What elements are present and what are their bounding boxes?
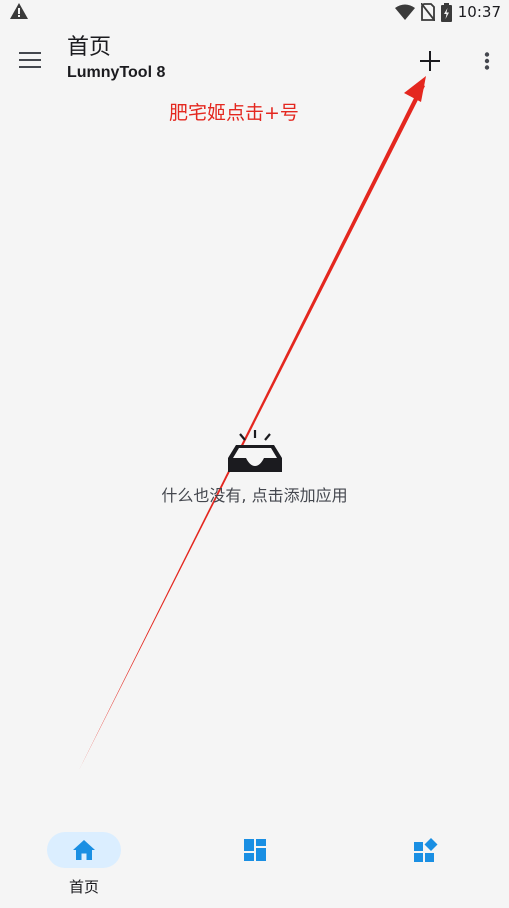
no-sim-icon	[420, 3, 435, 21]
wifi-icon	[394, 4, 415, 20]
widgets-icon	[414, 838, 438, 862]
empty-state-message: 什么也没有, 点击添加应用	[161, 486, 348, 505]
page-title: 首页	[67, 35, 112, 60]
page-subtitle: LumnyTool 8	[67, 64, 166, 81]
status-bar: 10:37	[0, 0, 509, 24]
menu-button[interactable]	[14, 46, 46, 74]
status-time: 10:37	[457, 3, 501, 21]
nav-item-home[interactable]: 首页	[29, 832, 139, 902]
bottom-navigation: 首页	[0, 820, 509, 908]
annotation-text: 肥宅姬点击+号	[169, 102, 299, 124]
app-bar: 首页 LumnyTool 8	[0, 26, 509, 96]
empty-inbox-icon	[228, 430, 282, 472]
more-vert-icon	[484, 52, 490, 70]
nav-indicator	[47, 832, 121, 868]
more-options-button[interactable]	[474, 46, 500, 76]
status-icons: 10:37	[394, 0, 501, 24]
nav-indicator	[218, 832, 292, 868]
menu-icon	[19, 52, 41, 68]
title-block: 首页 LumnyTool 8	[67, 34, 165, 84]
warning-icon	[10, 3, 28, 19]
home-icon	[73, 840, 95, 860]
add-button[interactable]	[413, 44, 447, 78]
nav-indicator	[389, 832, 463, 868]
dashboard-icon	[244, 839, 266, 861]
nav-label-home: 首页	[68, 878, 99, 896]
add-icon	[420, 51, 440, 71]
battery-charging-icon	[440, 2, 452, 22]
nav-item-widgets[interactable]	[371, 832, 481, 902]
nav-item-dashboard[interactable]	[200, 832, 310, 902]
